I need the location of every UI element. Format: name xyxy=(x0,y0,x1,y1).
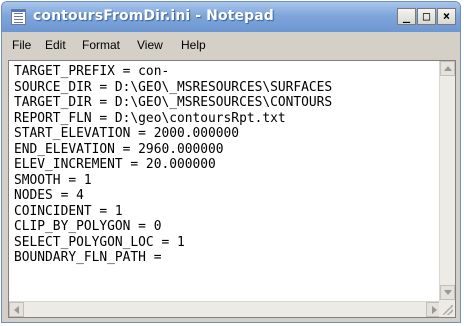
window-title: contoursFromDir.ini - Notepad xyxy=(33,8,274,24)
close-button[interactable]: × xyxy=(437,8,456,25)
editor-text[interactable]: TARGET_PREFIX = con- SOURCE_DIR = D:\GEO… xyxy=(14,64,436,300)
resize-grip-icon[interactable] xyxy=(439,301,455,317)
text-line: SOURCE_DIR = D:\GEO\_MSRESOURCES\SURFACE… xyxy=(14,79,333,95)
notepad-window: contoursFromDir.ini - Notepad _ □ × File… xyxy=(1,1,461,323)
text-line: SELECT_POLYGON_LOC = 1 xyxy=(14,234,185,250)
scroll-left-button[interactable] xyxy=(9,302,24,317)
scroll-up-button[interactable] xyxy=(440,61,455,76)
scroll-down-button[interactable] xyxy=(440,285,455,300)
arrow-right-icon xyxy=(432,306,437,314)
text-line: TARGET_PREFIX = con- xyxy=(14,64,170,79)
menu-help[interactable]: Help xyxy=(181,38,206,52)
notepad-icon[interactable] xyxy=(11,9,26,25)
text-line: CLIP_BY_POLYGON = 0 xyxy=(14,219,162,234)
text-line: REPORT_FLN = D:\geo\contoursRpt.txt xyxy=(14,110,286,126)
text-line: NODES = 4 xyxy=(14,188,84,203)
vertical-scrollbar[interactable] xyxy=(439,61,455,301)
menu-file[interactable]: File xyxy=(12,38,31,52)
arrow-up-icon xyxy=(444,66,452,71)
title-bar[interactable]: contoursFromDir.ini - Notepad _ □ × xyxy=(2,2,460,32)
menu-bar: File Edit Format View Help xyxy=(2,35,460,56)
arrow-left-icon xyxy=(14,306,19,314)
arrow-down-icon xyxy=(444,290,452,295)
horizontal-scrollbar[interactable] xyxy=(9,301,441,317)
text-line: TARGET_DIR = D:\GEO\_MSRESOURCES\CONTOUR… xyxy=(14,95,333,110)
text-line: ELEV_INCREMENT = 20.000000 xyxy=(14,157,216,172)
text-line: SMOOTH = 1 xyxy=(14,172,92,188)
text-line: START_ELEVATION = 2000.000000 xyxy=(14,126,240,141)
text-line: BOUNDARY_FLN_PATH = xyxy=(14,250,162,265)
text-line: END_ELEVATION = 2960.000000 xyxy=(14,141,224,157)
minimize-button[interactable]: _ xyxy=(397,8,416,25)
menu-format[interactable]: Format xyxy=(82,38,120,52)
maximize-button[interactable]: □ xyxy=(417,8,436,25)
text-editor[interactable]: TARGET_PREFIX = con- SOURCE_DIR = D:\GEO… xyxy=(8,60,456,318)
menu-view[interactable]: View xyxy=(137,38,163,52)
menu-edit[interactable]: Edit xyxy=(45,38,66,52)
text-line: COINCIDENT = 1 xyxy=(14,203,123,219)
